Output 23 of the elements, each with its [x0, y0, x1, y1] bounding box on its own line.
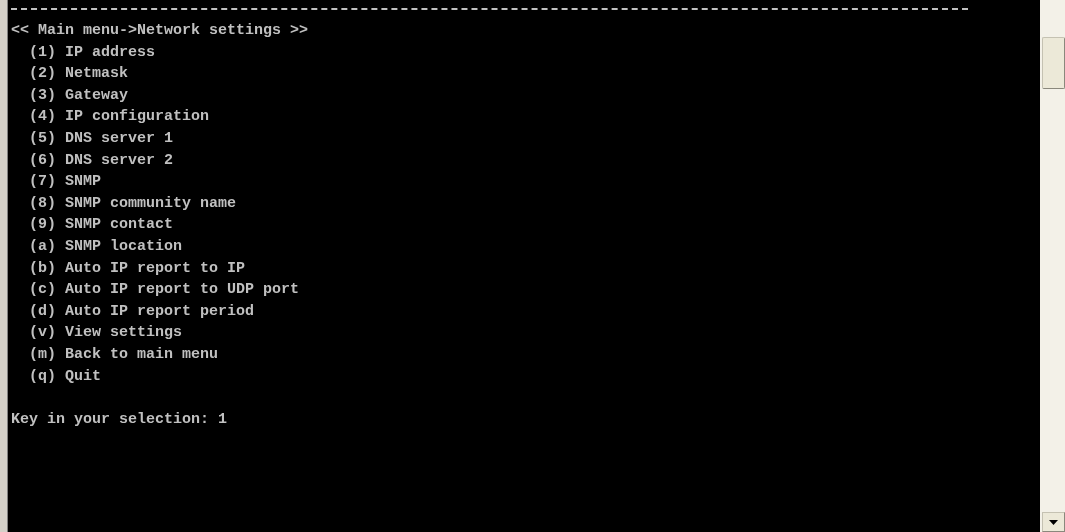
- menu-option: (1) IP address: [11, 41, 156, 64]
- typed-input[interactable]: 1: [218, 408, 228, 431]
- menu-option: (v) View settings: [11, 322, 183, 344]
- menu-option: (d) Auto IP report period: [11, 300, 255, 323]
- menu-option: (5) DNS server 1: [11, 127, 174, 150]
- menu-option: (6) DNS server 2: [11, 149, 174, 172]
- scrollbar-thumb[interactable]: [1042, 37, 1065, 89]
- menu-title: << Main menu->Network settings >>: [11, 21, 309, 41]
- scrollbar[interactable]: [1040, 0, 1065, 532]
- menu-option: (3) Gateway: [11, 84, 129, 107]
- menu-option: (m) Back to main menu: [11, 343, 219, 366]
- menu-option: (2) Netmask: [11, 63, 129, 85]
- menu-option: (c) Auto IP report to UDP port: [11, 279, 300, 301]
- menu-option: (9) SNMP contact: [11, 214, 174, 236]
- selection-prompt: Key in your selection:: [11, 409, 211, 430]
- scroll-down-button[interactable]: [1042, 512, 1065, 532]
- down-arrow-icon: [1049, 519, 1058, 525]
- menu-option: (7) SNMP: [11, 171, 101, 193]
- menu-option: (4) IP configuration: [11, 106, 210, 128]
- menu-option: (8) SNMP community name: [11, 192, 237, 215]
- menu-option: (q) Quit: [11, 365, 101, 388]
- menu-option: (a) SNMP location: [11, 235, 183, 258]
- menu-option: (b) Auto IP report to IP: [11, 257, 246, 280]
